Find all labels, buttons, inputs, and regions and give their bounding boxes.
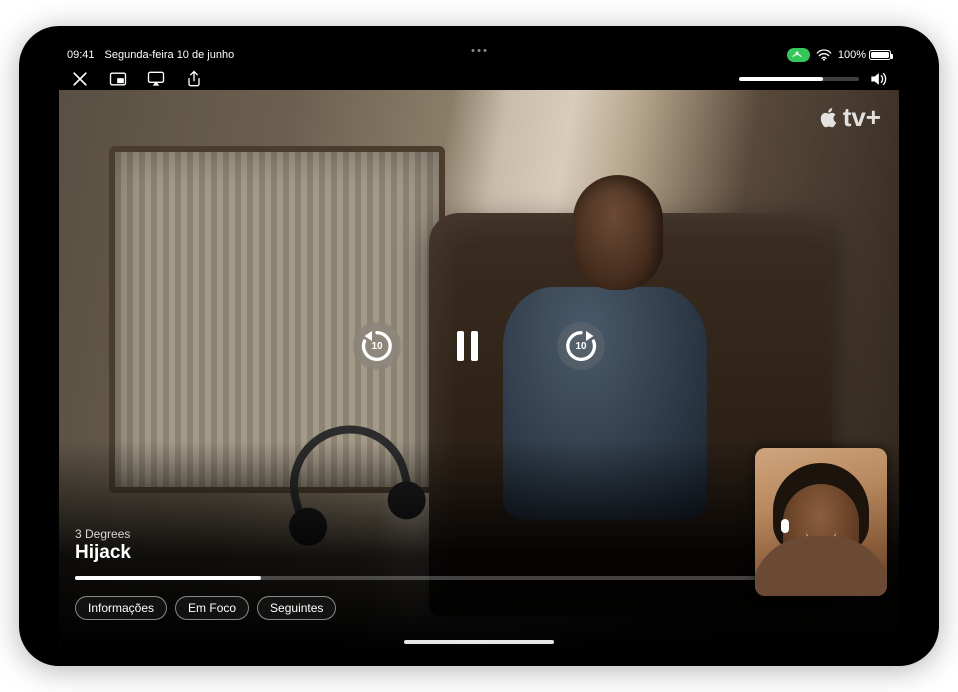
airplay-button[interactable] [145, 68, 167, 90]
brand-label: tv+ [843, 102, 881, 133]
pause-icon [457, 331, 464, 361]
in-focus-tab[interactable]: Em Foco [175, 596, 249, 620]
status-right: 100% [787, 48, 891, 62]
playback-controls: 10 10 [353, 322, 605, 370]
up-next-tab[interactable]: Seguintes [257, 596, 336, 620]
volume-fill [739, 77, 823, 81]
airplay-icon [146, 69, 166, 89]
wifi-icon [816, 49, 832, 61]
show-title: Hijack [75, 542, 131, 564]
status-date: Segunda-feira 10 de junho [105, 49, 235, 61]
skip-forward-label: 10 [575, 341, 586, 352]
status-time: 09:41 [67, 49, 95, 61]
share-button[interactable] [183, 68, 205, 90]
episode-name: 3 Degrees [75, 527, 131, 541]
shareplay-icon [791, 49, 803, 61]
skip-back-label: 10 [371, 341, 382, 352]
scrubber-fill [75, 576, 261, 580]
battery-indicator: 100% [838, 49, 891, 61]
battery-fill [871, 52, 889, 58]
pip-icon [108, 69, 128, 89]
ipad-frame: 09:41 Segunda-feira 10 de junho 100% [19, 26, 939, 666]
share-icon [184, 69, 204, 89]
volume-icon [868, 69, 888, 89]
pause-button[interactable] [457, 331, 501, 361]
home-indicator[interactable] [404, 640, 554, 644]
screen: 09:41 Segunda-feira 10 de junho 100% [59, 42, 899, 650]
skip-forward-button[interactable]: 10 [557, 322, 605, 370]
appletv-plus-logo: tv+ [817, 102, 881, 133]
bottom-tabs: Informações Em Foco Seguintes [75, 596, 336, 620]
apple-logo-icon [817, 106, 841, 130]
close-button[interactable] [69, 68, 91, 90]
player-top-controls [59, 68, 899, 90]
battery-percent: 100% [838, 49, 866, 61]
shareplay-pill[interactable] [787, 48, 810, 62]
close-icon [70, 69, 90, 89]
info-tab[interactable]: Informações [75, 596, 167, 620]
skip-back-button[interactable]: 10 [353, 322, 401, 370]
facetime-self-view[interactable] [755, 448, 887, 596]
volume-slider[interactable] [739, 77, 859, 81]
volume-button[interactable] [867, 68, 889, 90]
multitask-dots[interactable] [472, 49, 487, 52]
status-bar: 09:41 Segunda-feira 10 de junho 100% [59, 46, 899, 64]
status-left: 09:41 Segunda-feira 10 de junho [67, 49, 234, 61]
media-metadata: 3 Degrees Hijack [75, 527, 131, 564]
pip-button[interactable] [107, 68, 129, 90]
